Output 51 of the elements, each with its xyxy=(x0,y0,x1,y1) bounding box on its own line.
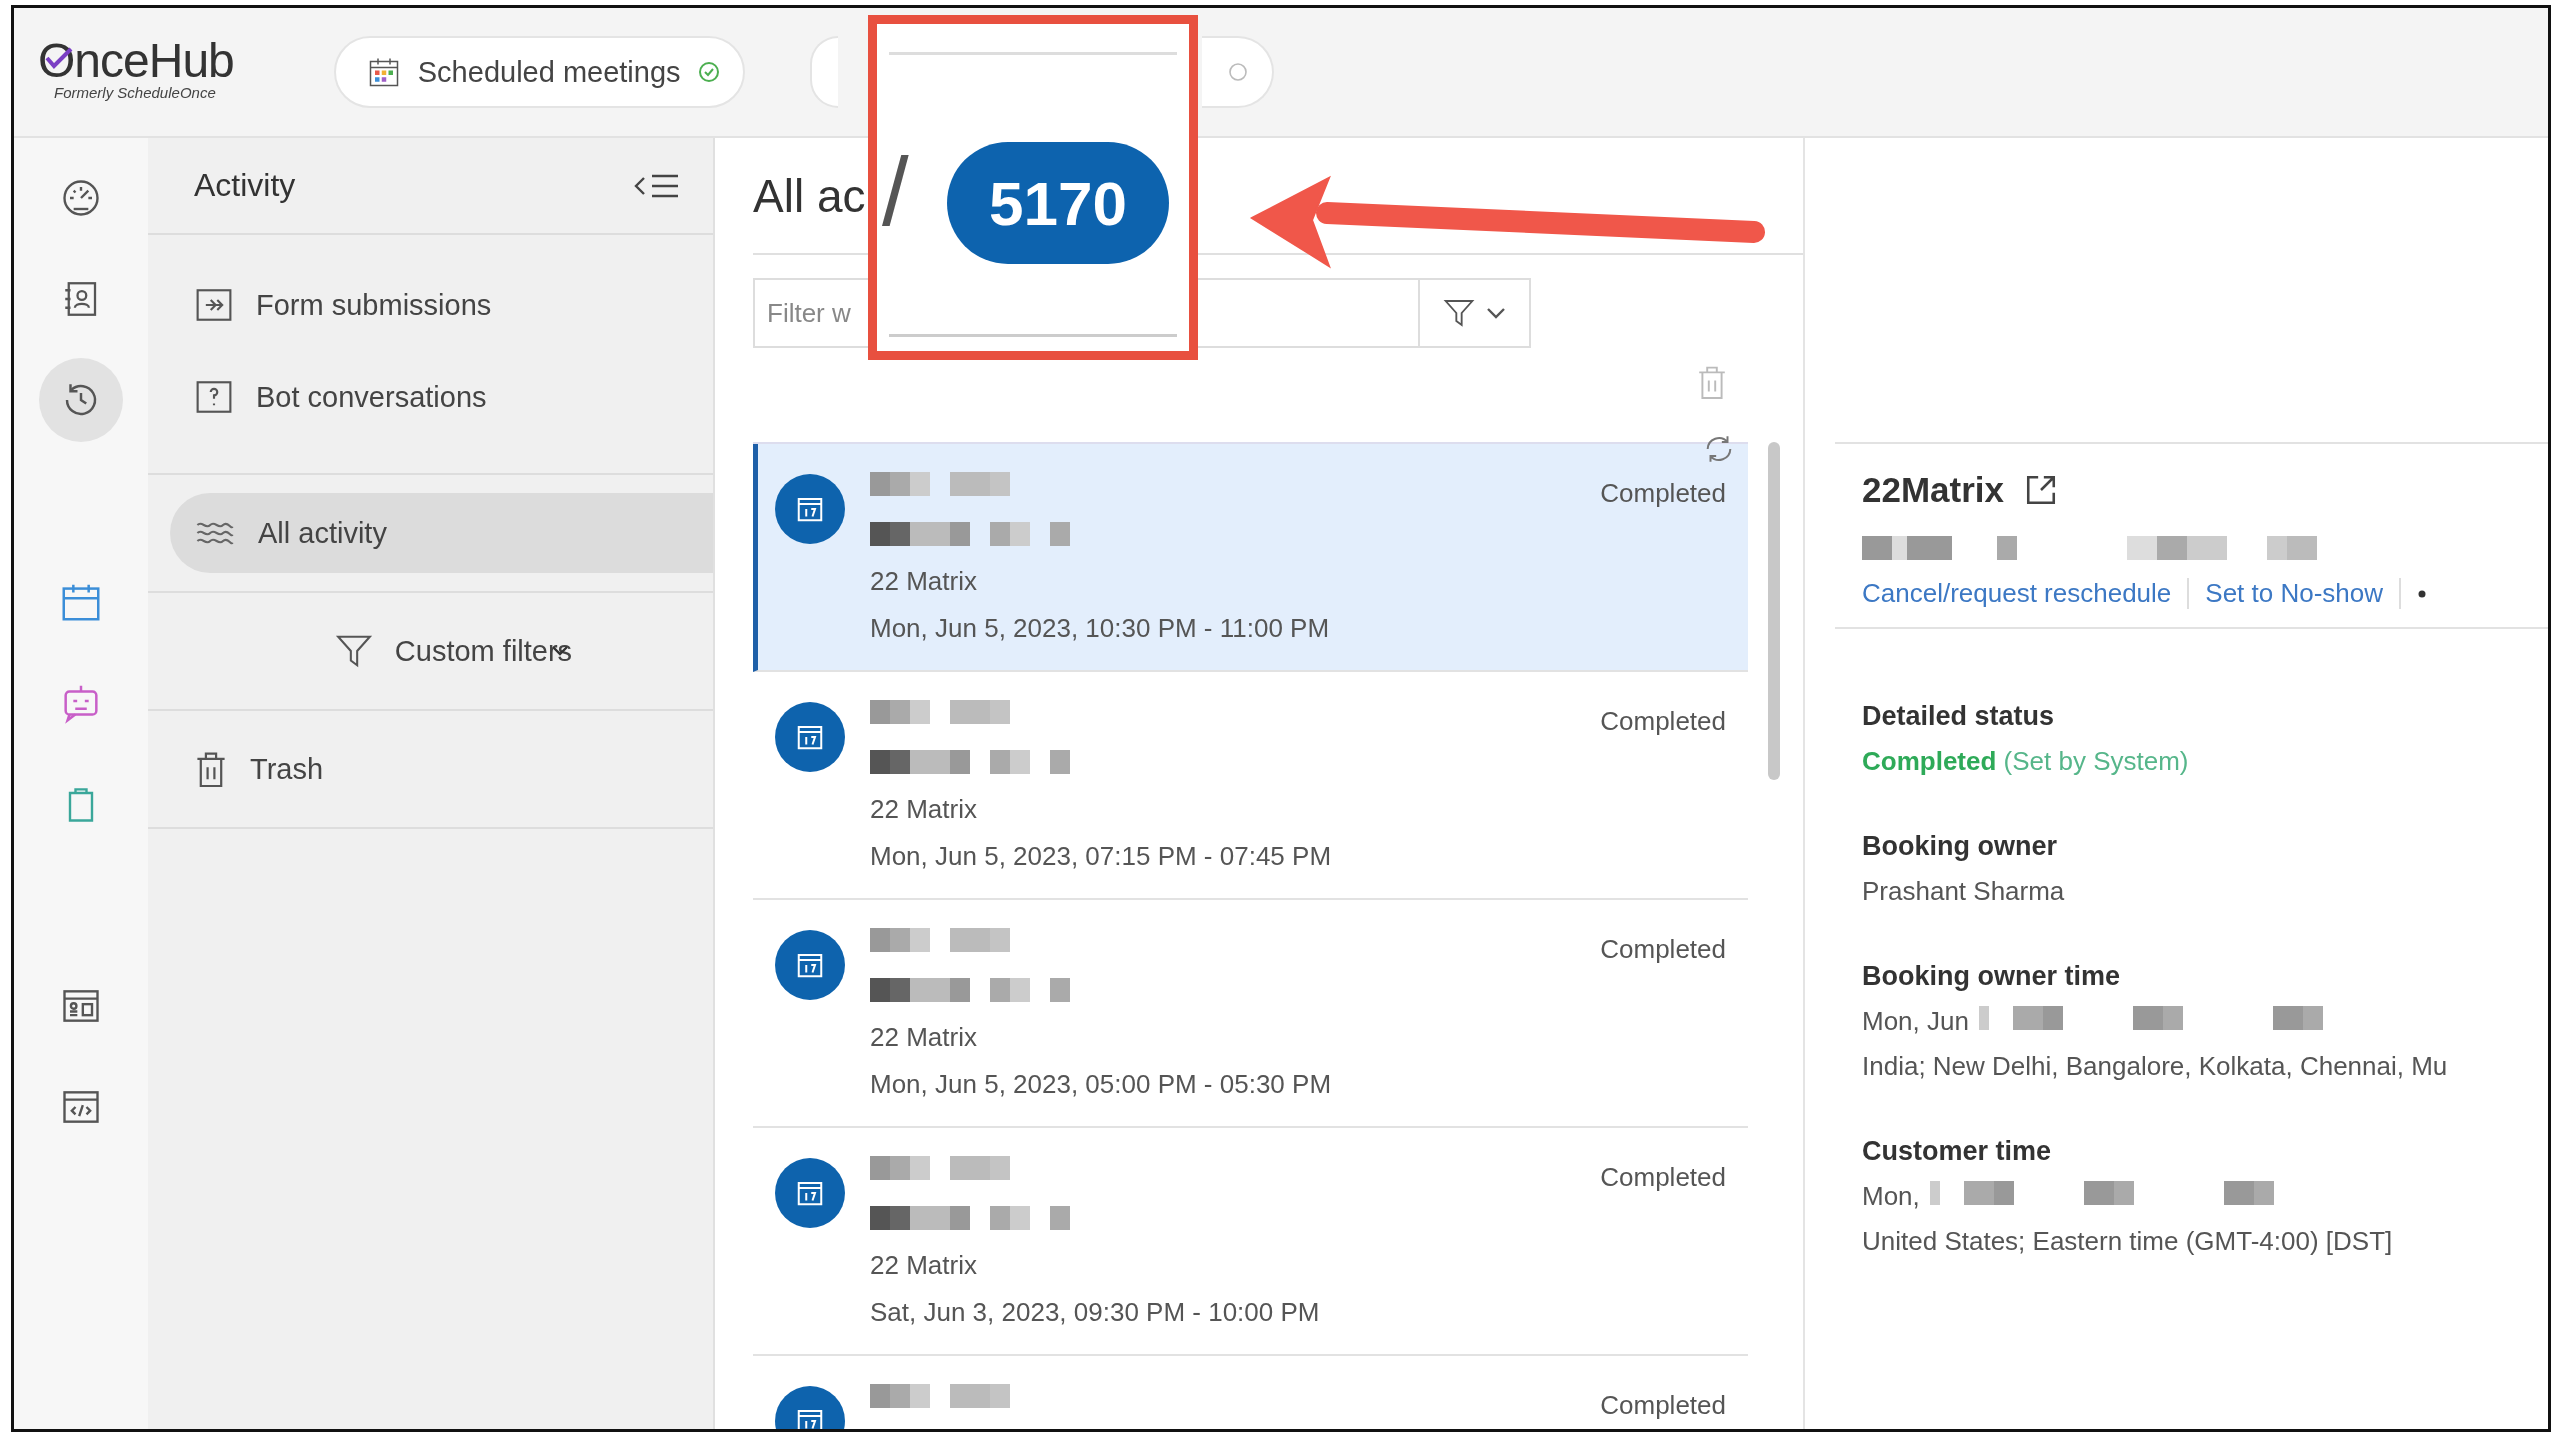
scheduled-meetings-tab[interactable]: Scheduled meetings xyxy=(333,36,745,108)
chevron-icon xyxy=(550,644,570,658)
sidebar-item[interactable]: Form submissions xyxy=(170,259,713,351)
filter-icon xyxy=(334,633,373,669)
section-heading: Booking owner time xyxy=(1862,961,2122,992)
sidebar-item[interactable]: Custom filters xyxy=(170,611,713,691)
sidebar-item[interactable]: Bot conversations xyxy=(170,351,713,443)
status-text: Completed xyxy=(1600,934,1726,965)
count-badge: 5170 xyxy=(947,142,1169,264)
filter-input[interactable]: Filter w xyxy=(753,278,868,348)
action-link[interactable]: Set to No-show xyxy=(2205,578,2402,609)
more-icon[interactable] xyxy=(2417,588,2428,599)
status-text: Completed xyxy=(1600,478,1726,509)
scrollbar[interactable] xyxy=(1768,442,1780,780)
form-icon xyxy=(194,287,234,323)
logo-subtitle: Formerly ScheduleOnce xyxy=(54,84,217,101)
event-name: 22 Matrix xyxy=(870,794,978,825)
status-text: Completed xyxy=(1600,1162,1726,1193)
question-box-icon xyxy=(194,379,234,415)
detail-value: Mon, xyxy=(1862,1181,1920,1212)
section-heading: Detailed status xyxy=(1862,701,2056,732)
meeting-time: Mon, Jun 5, 2023, 05:00 PM - 05:30 PM xyxy=(870,1069,1332,1100)
meeting-time: Sat, Jun 3, 2023, 09:30 PM - 10:00 PM xyxy=(870,1297,1320,1328)
detail-title: 22Matrix xyxy=(1862,470,2005,510)
section-heading: Customer time xyxy=(1862,1136,2053,1167)
detail-value: Prashant Sharma xyxy=(1862,876,2065,907)
detail-value: United States; Eastern time (GMT-4:00) [DST] xyxy=(1862,1226,2393,1257)
detail-value: India; New Delhi, Bangalore, Kolkata, Chennai, Mu xyxy=(1862,1051,2448,1082)
detail-value: Mon, Jun xyxy=(1862,1006,1969,1037)
chevron-icon xyxy=(1484,306,1507,320)
event-name: 22 Matrix xyxy=(870,566,978,597)
status-text: Completed xyxy=(1600,706,1726,737)
action-link[interactable]: Cancel/request reschedule xyxy=(1862,578,2190,609)
letter-fragment: / xyxy=(882,144,909,240)
sidebar-item[interactable]: All activity xyxy=(170,493,713,573)
section-heading: Booking owner xyxy=(1862,831,2058,862)
status-text: Completed xyxy=(1600,1390,1726,1421)
event-name: 22 Matrix xyxy=(870,1022,978,1053)
filter-icon xyxy=(1442,297,1475,329)
meeting-time: Mon, Jun 5, 2023, 07:15 PM - 07:45 PM xyxy=(870,841,1332,872)
filter-dropdown-button[interactable] xyxy=(1418,278,1531,348)
logo: OnceHub xyxy=(38,33,234,87)
panel-title: Activity xyxy=(194,167,296,204)
activity-row[interactable]: 22 Matrix Mon, Jun 5, 2023, 10:30 PM - 11:00 PM Completed xyxy=(753,444,1748,672)
page-title: All ac xyxy=(753,168,866,223)
sidebar-item[interactable]: Trash xyxy=(170,729,713,809)
meeting-time: Mon, Jun 5, 2023, 10:30 PM - 11:00 PM xyxy=(870,613,1330,644)
trash-icon xyxy=(194,750,228,788)
detail-value: Completed (Set by System) xyxy=(1862,746,2189,777)
check-circle-icon xyxy=(696,60,721,84)
event-name: 22 Matrix xyxy=(870,1250,978,1281)
